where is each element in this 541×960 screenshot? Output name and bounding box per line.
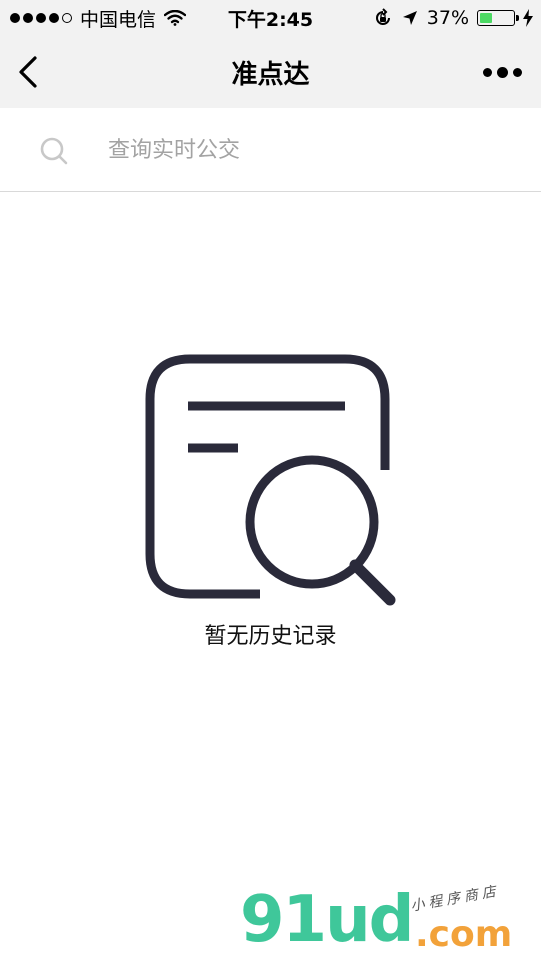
battery-fill <box>480 13 492 23</box>
watermark-domain: .com <box>415 914 513 955</box>
signal-strength-icon <box>10 13 72 23</box>
search-bar <box>0 108 541 192</box>
watermark-brand: 91ud <box>240 883 414 957</box>
status-bar: 中国电信 下午2:45 37% <box>0 0 541 36</box>
search-input[interactable] <box>106 128 510 172</box>
search-icon <box>40 137 68 165</box>
location-arrow-icon <box>402 11 417 25</box>
status-left: 中国电信 <box>10 0 187 36</box>
more-dots-icon <box>482 67 492 77</box>
wifi-icon <box>164 10 187 26</box>
watermark-tag: 小程序商店 <box>409 883 501 915</box>
watermark-logo: 小程序商店 91ud .com <box>240 883 535 958</box>
rotation-lock-icon <box>375 8 390 25</box>
back-button[interactable] <box>8 52 48 92</box>
page-title: 准点达 <box>231 59 310 90</box>
chevron-left-icon <box>19 56 37 88</box>
battery-percent: 37% <box>426 7 469 29</box>
more-dots-icon <box>512 67 522 77</box>
battery-icon <box>477 10 519 26</box>
charging-bolt-icon <box>523 9 533 27</box>
carrier-name: 中国电信 <box>80 8 157 31</box>
status-right: 37% <box>373 0 533 36</box>
document-search-icon <box>145 354 396 606</box>
more-button[interactable] <box>477 58 527 86</box>
nav-bar: 准点达 <box>0 36 541 108</box>
more-dots-icon <box>496 66 508 78</box>
empty-state-message: 暂无历史记录 <box>204 624 337 649</box>
